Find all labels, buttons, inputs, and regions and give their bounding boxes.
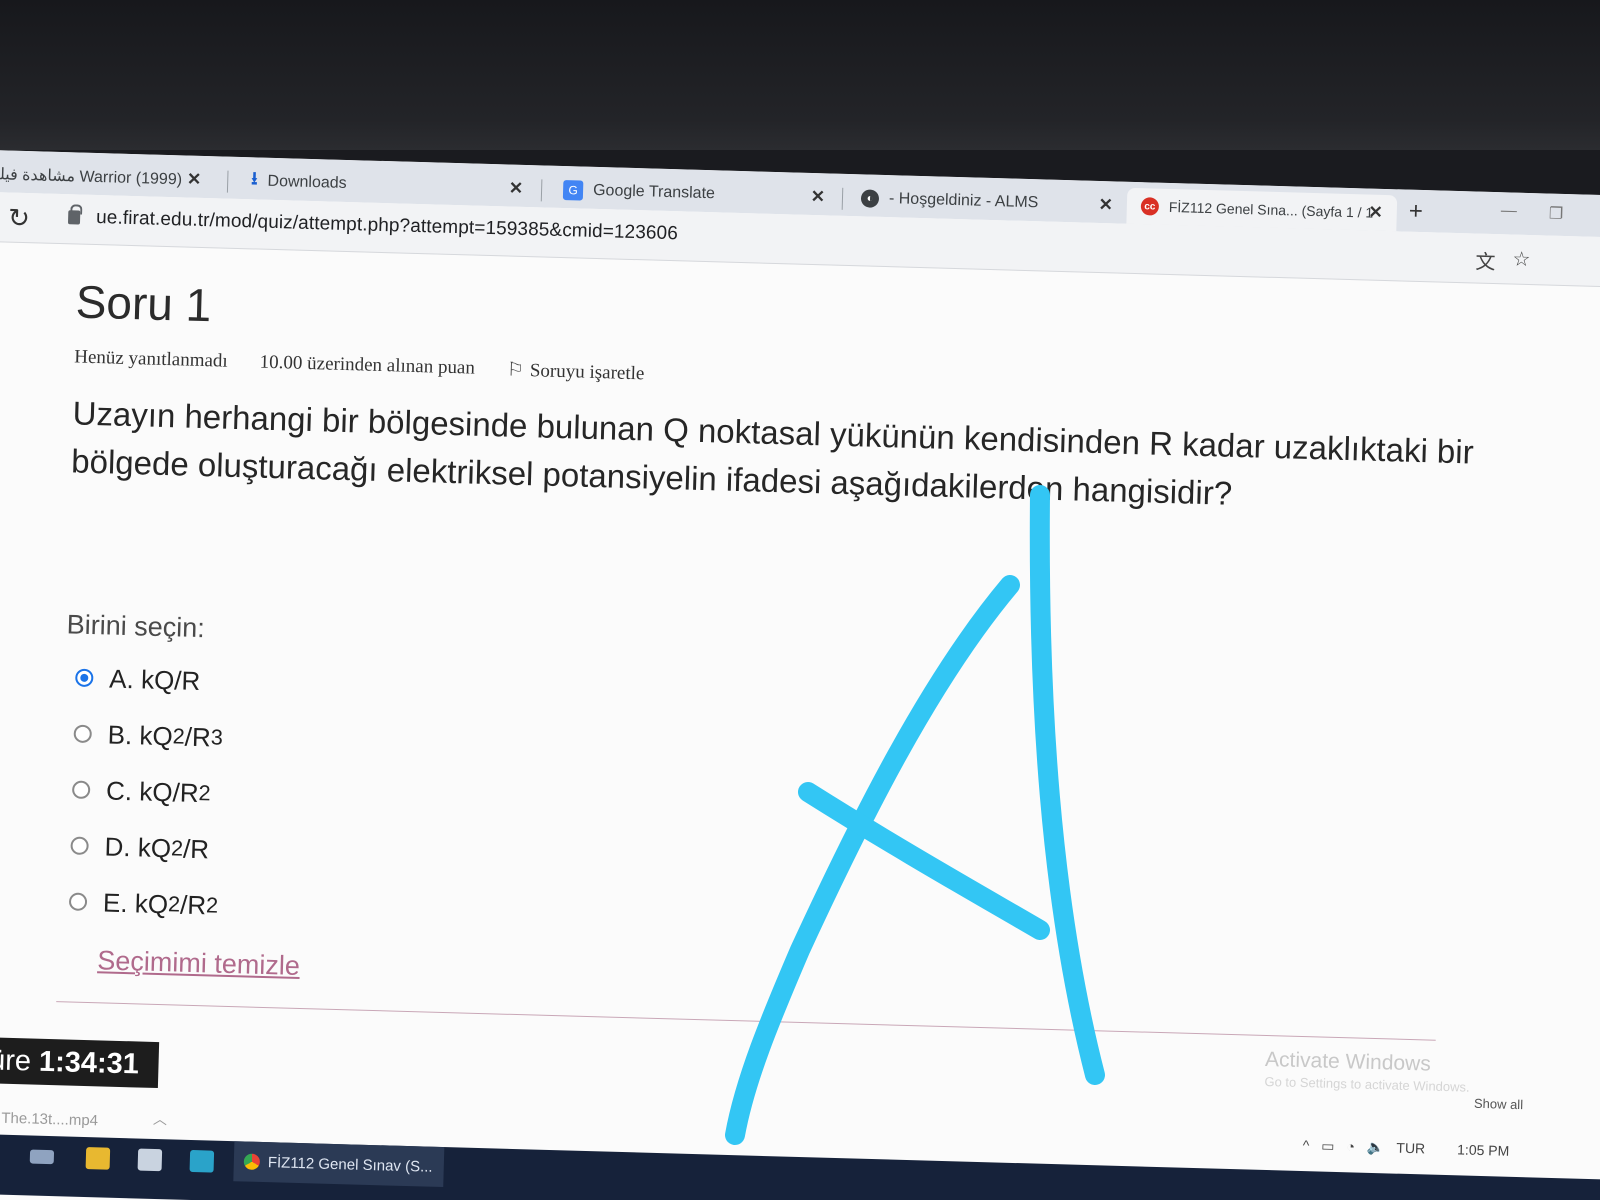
lock-icon[interactable]: [67, 210, 81, 225]
mail-icon[interactable]: [189, 1149, 215, 1173]
option-c[interactable]: C. kQ/R 2: [71, 762, 222, 822]
tab-separator: [841, 187, 844, 210]
answer-options: A. kQ/R B. kQ 2/R 3 C. kQ/R 2 D. kQ 2/R E. k…: [68, 650, 225, 934]
question-meta: Henüz yanıtlanmadı 10.00 üzerinden alına…: [74, 346, 645, 385]
option-d[interactable]: D. kQ 2/R: [70, 818, 221, 878]
option-text: /R: [179, 889, 207, 920]
quiz-page: Soru 1 Henüz yanıtlanmadı 10.00 üzerinde…: [0, 242, 1600, 1200]
chevron-up-icon[interactable]: ︿: [153, 1109, 168, 1129]
question-status: Henüz yanıtlanmadı: [73, 346, 229, 372]
close-icon[interactable]: ✕: [509, 179, 524, 199]
translate-icon[interactable]: 文: [1475, 246, 1496, 276]
option-exponent: 2: [170, 835, 184, 861]
system-tray: ^ ▭ ◔ 🔈 TUR 1:05 PM: [1302, 1137, 1510, 1160]
option-exponent: 2: [198, 780, 211, 806]
tab-label: FİZ112 Genel Sına... (Sayfa 1 / 1: [1168, 198, 1374, 221]
option-exponent: 2: [167, 891, 181, 917]
quiz-timer: süre 1:34:31: [0, 1036, 160, 1089]
taskbar-window-title: FİZ112 Genel Sınav (S...: [267, 1153, 433, 1176]
tab-label: - Hoşgeldiniz - ALMS: [888, 190, 1039, 212]
language-indicator[interactable]: TUR: [1396, 1140, 1425, 1158]
store-icon[interactable]: [137, 1148, 163, 1172]
radio-button[interactable]: [70, 836, 89, 856]
address-bar[interactable]: ue.firat.edu.tr/mod/quiz/attempt.php?att…: [96, 207, 678, 245]
option-text: /R: [184, 721, 212, 752]
radio-button[interactable]: [73, 724, 92, 744]
flag-question-link[interactable]: ⚐ Soruyu işaretle: [507, 359, 645, 386]
close-icon[interactable]: ✕: [810, 187, 826, 207]
download-icon: ⭳: [251, 168, 258, 189]
timer-value: 1:34:31: [38, 1045, 140, 1081]
tab-separator: [540, 179, 543, 202]
option-letter: D.: [104, 830, 132, 862]
flag-label: Soruyu işaretle: [529, 360, 645, 385]
taskbar-chrome-window[interactable]: FİZ112 Genel Sınav (S...: [233, 1141, 445, 1188]
option-exponent: 2: [172, 723, 186, 749]
monitor-bezel: [0, 0, 1600, 150]
option-b[interactable]: B. kQ 2/R 3: [73, 706, 224, 766]
new-tab-button[interactable]: +: [1408, 198, 1423, 226]
creative-commons-icon: cc: [1140, 197, 1160, 216]
chrome-icon: [243, 1153, 261, 1170]
option-letter: B.: [107, 719, 133, 750]
radio-button[interactable]: [75, 668, 94, 688]
battery-icon[interactable]: ▭: [1321, 1138, 1335, 1155]
option-letter: C.: [105, 774, 133, 806]
divider: [56, 1001, 1436, 1041]
activate-windows-watermark: Activate Windows: [1264, 1047, 1432, 1076]
question-points: 10.00 üzerinden alınan puan: [259, 351, 476, 379]
google-translate-icon: G: [562, 180, 584, 201]
chevron-up-icon[interactable]: ^: [1302, 1137, 1310, 1154]
flag-icon: ⚐: [506, 359, 525, 381]
option-letter: A.: [108, 663, 135, 694]
browser-screen: مشاهدة فيلم Warrior (1999) ✕ ⭳ Downloads…: [0, 150, 1600, 1200]
option-text: kQ/R: [140, 663, 201, 696]
answer-prompt: Birini seçin:: [66, 609, 206, 644]
restore-icon[interactable]: ❐: [1549, 204, 1564, 224]
clear-choice-link[interactable]: Seçimimi temizle: [97, 945, 300, 982]
activate-windows-subtext: Go to Settings to activate Windows.: [1264, 1073, 1470, 1095]
option-text: kQ: [137, 831, 172, 863]
radio-button[interactable]: [71, 780, 91, 800]
option-text: /R: [182, 833, 210, 864]
option-text: kQ/R: [138, 775, 200, 808]
tab-label: Downloads: [267, 172, 347, 192]
show-all-downloads-link[interactable]: Show all: [1474, 1096, 1524, 1112]
option-text: kQ: [134, 887, 169, 919]
radio-button[interactable]: [68, 892, 88, 911]
tab-separator: [226, 170, 229, 193]
option-text: kQ: [139, 719, 174, 751]
bookmark-star-icon[interactable]: ☆: [1512, 247, 1531, 272]
close-icon[interactable]: ✕: [1368, 203, 1383, 223]
option-e[interactable]: E. kQ 2/R 2: [68, 874, 219, 934]
close-icon[interactable]: ✕: [1098, 195, 1113, 215]
minimize-icon[interactable]: —: [1501, 202, 1517, 220]
download-item[interactable]: Best].The.13t....mp4: [0, 1109, 98, 1130]
tab-label: مشاهدة فيلم Warrior (1999): [0, 165, 183, 189]
tab-movie[interactable]: مشاهدة فيلم Warrior (1999) ✕: [0, 156, 216, 199]
globe-icon: ◐: [860, 189, 880, 208]
timer-label: süre: [0, 1043, 32, 1077]
option-letter: E.: [102, 886, 129, 918]
question-text: Uzayın herhangi bir bölgesinde bulunan Q…: [70, 394, 1475, 512]
option-a[interactable]: A. kQ/R: [75, 650, 226, 710]
clock[interactable]: 1:05 PM: [1457, 1141, 1510, 1159]
volume-icon[interactable]: 🔈: [1367, 1139, 1385, 1156]
file-explorer-icon[interactable]: [85, 1147, 111, 1170]
close-icon[interactable]: ✕: [187, 170, 202, 190]
question-title: Soru 1: [75, 275, 213, 332]
option-exponent: 3: [210, 724, 224, 750]
tab-label: Google Translate: [592, 181, 716, 203]
wifi-icon[interactable]: ◔: [1346, 1138, 1355, 1155]
option-exponent: 2: [205, 892, 219, 918]
reload-icon[interactable]: ↻: [8, 203, 31, 235]
task-view-icon[interactable]: [29, 1149, 55, 1165]
